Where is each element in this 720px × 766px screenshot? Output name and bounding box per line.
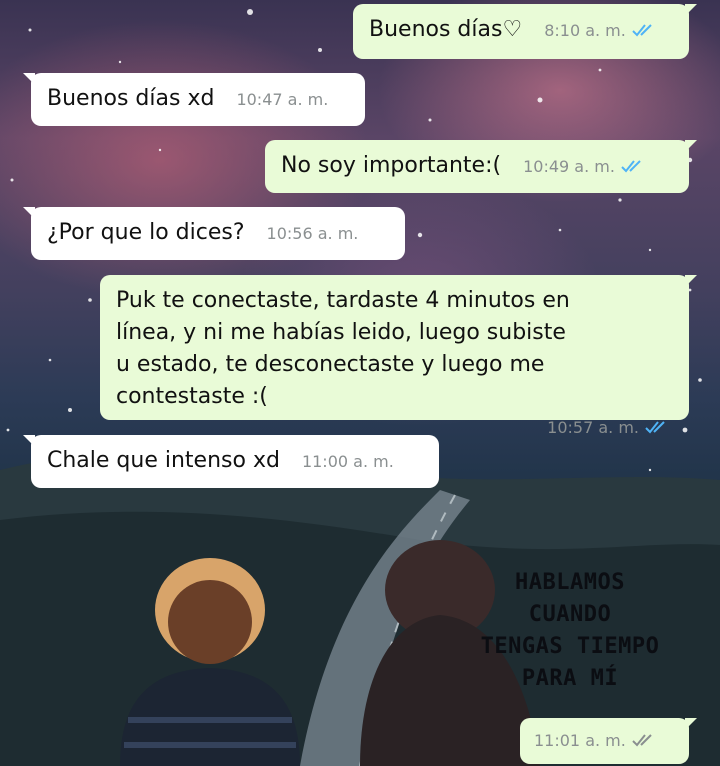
message-text: Puk te conectaste, tardaste 4 minutos en… [116,288,570,409]
message-time: 10:47 a. m. [236,90,329,109]
message-time: 11:00 a. m. [301,452,394,471]
message-outgoing[interactable]: Puk te conectaste, tardaste 4 minutos en… [100,275,697,437]
message-time: 10:49 a. m. [523,157,615,176]
image-message-meta[interactable]: 11:01 a. m. [520,718,697,764]
message-text: ¿Por que lo dices? [47,220,245,245]
message-incoming[interactable]: Chale que intenso xd 11:00 a. m. [23,435,439,488]
message-incoming[interactable]: ¿Por que lo dices? 10:56 a. m. [23,207,405,260]
message-incoming[interactable]: Buenos días xd 10:47 a. m. [23,73,365,126]
message-outgoing[interactable]: Buenos días♡ 8:10 a. m. [353,4,697,59]
message-time: 8:10 a. m. [544,21,626,40]
double-check-read-icon [645,421,665,434]
message-time: 10:56 a. m. [266,224,359,243]
chat-thread: Buenos días♡ 8:10 a. m. Buenos días xd 10:… [0,0,720,766]
double-check-read-icon [632,24,652,37]
double-check-read-icon [621,160,641,173]
message-outgoing[interactable]: No soy importante:( 10:49 a. m. [265,140,697,193]
message-time: 10:57 a. m. [547,418,639,437]
message-time: 11:01 a. m. [534,731,626,750]
message-text: Chale que intenso xd [47,448,280,473]
message-text: Buenos días xd [47,86,215,111]
message-text: Buenos días♡ [369,17,523,42]
image-caption: HABLAMOS CUANDO TENGAS TIEMPO PARA MÍ [480,570,660,691]
message-text: No soy importante:( [281,153,502,178]
double-check-sent-icon [632,734,652,747]
